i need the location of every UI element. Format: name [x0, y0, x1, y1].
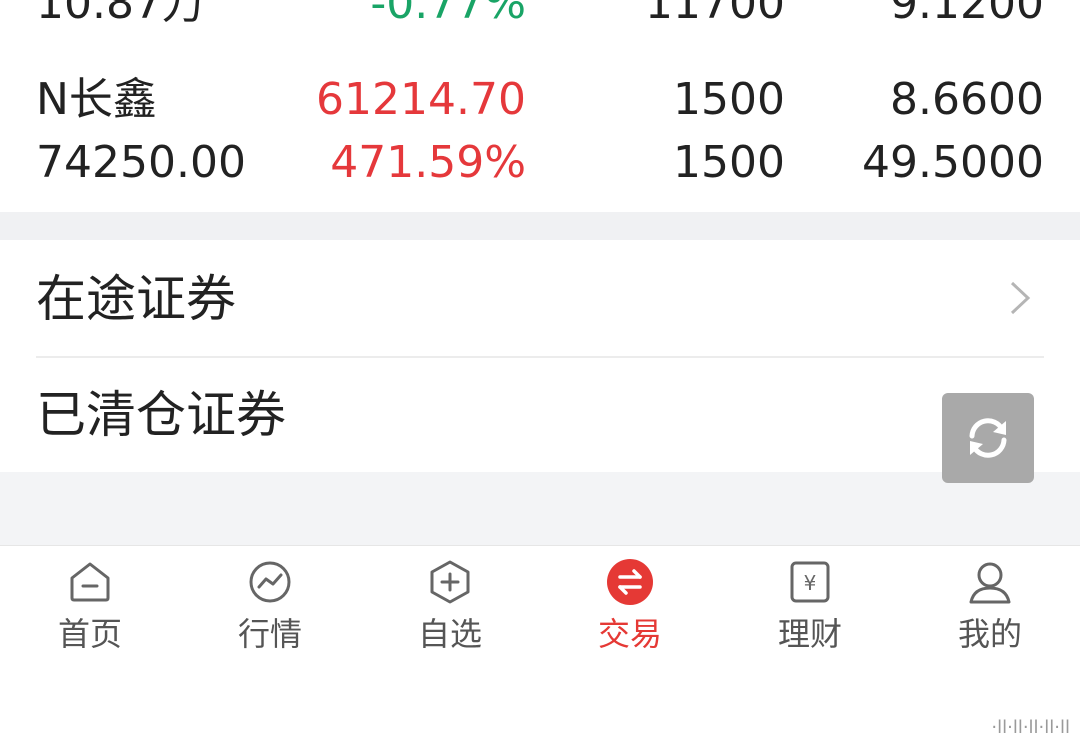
profit-loss-percent: 471.59%: [330, 137, 526, 188]
in-transit-label: 在途证券: [36, 270, 236, 328]
watermark: ·ll·ll·ll·ll·ll: [991, 717, 1070, 738]
tab-market-label: 行情: [237, 615, 302, 653]
cleared-securities-item[interactable]: 已清仓证券: [0, 356, 1080, 472]
wealth-icon: ¥: [790, 561, 830, 603]
securities-menu: 在途证券 已清仓证券: [0, 240, 1080, 472]
bottom-tab-bar: 首页 行情 自选 交易 ¥ 理财 我的: [0, 545, 1080, 749]
market-icon: [249, 561, 291, 603]
tab-watchlist-label: 自选: [417, 615, 482, 653]
profit-loss-amount: 61214.70: [316, 74, 526, 125]
market-value: 74250.00: [36, 137, 246, 188]
position-quantity: 11700: [645, 0, 785, 29]
watchlist-icon: [430, 560, 470, 604]
tab-profile-label: 我的: [957, 615, 1022, 653]
in-transit-securities-item[interactable]: 在途证券: [0, 240, 1080, 358]
holdings-list: 10.87万 -0.77% 11700 9.1200 N长鑫 61214.70 …: [0, 0, 1080, 212]
profile-icon: [969, 562, 1011, 604]
home-icon: [70, 562, 110, 602]
profit-loss-percent: -0.77%: [370, 0, 526, 29]
available-quantity: 1500: [673, 137, 785, 188]
trade-icon: [607, 559, 653, 605]
tab-trade[interactable]: 交易: [540, 558, 720, 668]
tab-watchlist[interactable]: 自选: [360, 558, 540, 668]
market-value: 10.87万: [36, 0, 206, 29]
current-price: 8.6600: [890, 74, 1044, 125]
cost-price: 9.1200: [890, 0, 1044, 29]
tab-wealth-label: 理财: [777, 615, 842, 653]
cleared-label: 已清仓证券: [36, 386, 286, 444]
refresh-button[interactable]: [942, 393, 1034, 483]
position-quantity: 1500: [673, 74, 785, 125]
cost-price: 49.5000: [862, 137, 1044, 188]
svg-text:¥: ¥: [804, 571, 817, 595]
section-gap: [0, 212, 1080, 240]
tab-home[interactable]: 首页: [0, 558, 180, 668]
tab-wealth[interactable]: ¥ 理财: [720, 558, 900, 668]
refresh-icon: [969, 418, 1007, 458]
tab-home-label: 首页: [57, 615, 122, 653]
stock-name: N长鑫: [36, 74, 157, 125]
chevron-right-icon: [1010, 281, 1031, 315]
tab-profile[interactable]: 我的: [900, 558, 1080, 668]
tab-market[interactable]: 行情: [180, 558, 360, 668]
tab-trade-label: 交易: [597, 615, 662, 653]
